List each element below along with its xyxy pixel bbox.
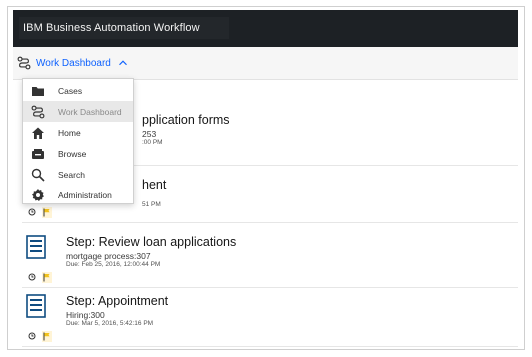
clock-icon[interactable] xyxy=(28,332,36,340)
menu-item-label: Home xyxy=(58,127,81,138)
dashboard-switcher-label: Work Dashboard xyxy=(36,57,111,69)
chevron-up-icon xyxy=(118,60,127,66)
folder-icon xyxy=(32,86,44,96)
menu-item-label: Administration xyxy=(58,189,112,200)
task-due: 51 PM xyxy=(142,201,161,208)
menu-item-search[interactable]: Search xyxy=(23,164,133,185)
menu-item-home[interactable]: Home xyxy=(23,122,133,143)
task-due: Due: Mar 5, 2016, 5:42:16 PM xyxy=(66,320,154,327)
flag-icon xyxy=(43,332,50,340)
app-title: IBM Business Automation Workflow xyxy=(23,22,200,34)
menu-item-browse[interactable]: Browse xyxy=(23,143,133,164)
flag-badge[interactable] xyxy=(42,330,52,342)
dashboard-bar: Work Dashboard xyxy=(13,47,518,80)
flag-badge[interactable] xyxy=(42,206,52,218)
document-icon xyxy=(26,235,46,259)
task-title[interactable]: hent xyxy=(142,178,166,192)
task-row[interactable]: Step: Appointment Hiring:300 Due: Mar 5,… xyxy=(22,290,518,347)
app-header: IBM Business Automation Workflow xyxy=(13,10,518,47)
workflow-icon xyxy=(17,56,31,70)
menu-item-cases[interactable]: Cases xyxy=(23,80,133,101)
flag-badge[interactable] xyxy=(42,271,52,283)
task-subtitle: mortgage process:307 xyxy=(66,251,151,261)
task-actions xyxy=(22,329,62,343)
menu-item-label: Search xyxy=(58,169,85,180)
browse-icon xyxy=(32,148,44,159)
dashboard-menu: Cases Work Dashboard Home Browse Search … xyxy=(22,78,134,204)
home-icon xyxy=(32,127,44,139)
document-icon xyxy=(26,294,46,318)
menu-item-work-dashboard[interactable]: Work Dashboard xyxy=(23,101,133,122)
flag-icon xyxy=(43,208,50,216)
task-title[interactable]: Step: Appointment xyxy=(66,294,168,308)
menu-item-administration[interactable]: Administration xyxy=(23,184,133,205)
clock-icon[interactable] xyxy=(28,208,36,216)
task-actions xyxy=(22,205,62,219)
task-title[interactable]: pplication forms xyxy=(142,113,230,127)
task-actions xyxy=(22,270,62,284)
clock-icon[interactable] xyxy=(28,273,36,281)
flag-icon xyxy=(43,273,50,281)
gear-icon xyxy=(32,188,44,201)
task-row[interactable]: Step: Review loan applications mortgage … xyxy=(22,231,518,288)
menu-item-label: Cases xyxy=(58,85,83,96)
task-subtitle: 253 xyxy=(142,129,157,139)
menu-item-label: Browse xyxy=(58,148,87,159)
menu-item-label: Work Dashboard xyxy=(58,106,122,117)
search-icon xyxy=(31,168,45,182)
task-due: :00 PM xyxy=(142,139,163,146)
task-subtitle: Hiring:300 xyxy=(66,310,105,320)
task-title[interactable]: Step: Review loan applications xyxy=(66,235,236,249)
task-due: Due: Feb 25, 2016, 12:00:44 PM xyxy=(66,261,161,268)
dashboard-switcher[interactable]: Work Dashboard xyxy=(17,52,130,74)
workflow-icon xyxy=(31,105,45,118)
